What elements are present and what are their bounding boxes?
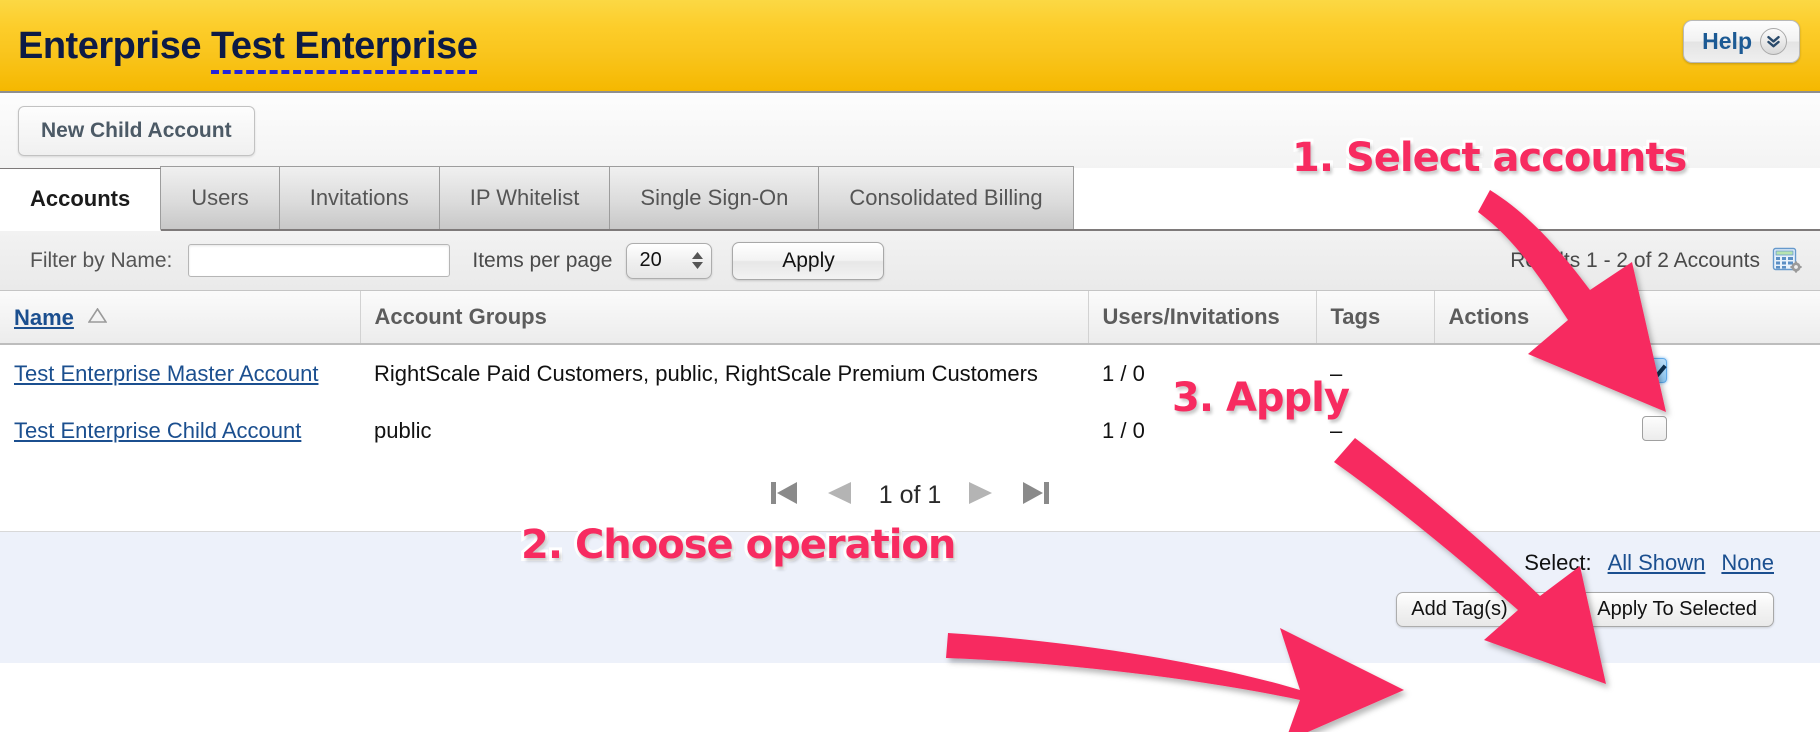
tab-bar: Accounts Users Invitations IP Whitelist … bbox=[0, 166, 1820, 231]
page-header: Enterprise Test Enterprise Help bbox=[0, 0, 1820, 93]
column-header-account-groups: Account Groups bbox=[360, 291, 1089, 345]
apply-filter-button[interactable]: Apply bbox=[732, 241, 885, 280]
bulk-operation-controls: Add Tag(s) Apply To Selected bbox=[0, 576, 1820, 627]
cell-name: Test Enterprise Master Account bbox=[0, 344, 360, 402]
bulk-action-footer: Select: All Shown None Add Tag(s) Apply … bbox=[0, 532, 1820, 663]
page-indicator: 1 of 1 bbox=[878, 481, 942, 509]
cell-users-invitations: 1 / 0 bbox=[1088, 402, 1316, 460]
column-header-actions: Actions bbox=[1434, 291, 1820, 345]
accounts-table-head: Name Account Groups Users/Invitations Ta… bbox=[0, 291, 1820, 345]
stepper-arrows-icon bbox=[1548, 601, 1560, 618]
items-per-page-value: 20 bbox=[639, 249, 662, 271]
tab-consolidated-billing[interactable]: Consolidated Billing bbox=[818, 166, 1074, 229]
filter-bar: Filter by Name: Items per page 20 Apply … bbox=[0, 231, 1820, 291]
cell-name: Test Enterprise Child Account bbox=[0, 402, 360, 460]
cell-tags: – bbox=[1316, 344, 1434, 402]
page-title: Enterprise Test Enterprise bbox=[18, 24, 478, 74]
cell-account-groups: RightScale Paid Customers, public, Right… bbox=[360, 344, 1088, 402]
help-button-label: Help bbox=[1702, 28, 1752, 54]
select-label: Select: bbox=[1524, 550, 1592, 575]
row-select-checkbox[interactable] bbox=[1642, 415, 1667, 441]
accounts-table-body: Test Enterprise Master Account RightScal… bbox=[0, 344, 1820, 460]
page-title-static: Enterprise bbox=[18, 24, 201, 67]
new-child-account-button[interactable]: New Child Account bbox=[18, 105, 255, 156]
bulk-operation-value: Add Tag(s) bbox=[1411, 598, 1508, 620]
column-header-users-invitations: Users/Invitations bbox=[1088, 291, 1317, 345]
selection-controls: Select: All Shown None bbox=[0, 532, 1820, 576]
stepper-arrows-icon bbox=[692, 252, 704, 269]
cell-users-invitations: 1 / 0 bbox=[1088, 344, 1316, 402]
row-select-checkbox[interactable] bbox=[1642, 358, 1667, 383]
table-row[interactable]: Test Enterprise Master Account RightScal… bbox=[0, 344, 1820, 402]
tab-accounts[interactable]: Accounts bbox=[0, 168, 162, 231]
help-button[interactable]: Help bbox=[1683, 20, 1800, 63]
cell-account-groups: public bbox=[360, 402, 1088, 460]
column-header-name-link[interactable]: Name bbox=[14, 305, 74, 330]
spreadsheet-settings-icon[interactable] bbox=[1772, 246, 1802, 276]
page-title-editable[interactable]: Test Enterprise bbox=[211, 24, 478, 74]
double-chevron-down-icon bbox=[1760, 28, 1787, 55]
last-page-icon[interactable] bbox=[1019, 476, 1053, 515]
first-page-icon[interactable] bbox=[767, 476, 801, 515]
items-per-page-label: Items per page bbox=[472, 248, 613, 272]
action-toolbar: New Child Account bbox=[0, 93, 1820, 168]
sort-ascending-icon bbox=[87, 303, 108, 329]
select-all-shown-link[interactable]: All Shown bbox=[1608, 550, 1706, 576]
pagination-bar: 1 of 1 bbox=[0, 460, 1820, 532]
next-page-icon[interactable] bbox=[963, 476, 997, 515]
cell-actions bbox=[1434, 344, 1820, 402]
filter-by-name-input[interactable] bbox=[188, 244, 451, 277]
results-count-label: Results 1 - 2 of 2 Accounts bbox=[1510, 248, 1760, 272]
previous-page-icon[interactable] bbox=[823, 476, 857, 515]
tab-ip-whitelist[interactable]: IP Whitelist bbox=[438, 166, 611, 229]
filter-by-name-label: Filter by Name: bbox=[30, 248, 173, 272]
accounts-table: Name Account Groups Users/Invitations Ta… bbox=[0, 291, 1820, 460]
accounts-page: Enterprise Test Enterprise Help New Chil… bbox=[0, 0, 1820, 732]
tab-single-sign-on[interactable]: Single Sign-On bbox=[609, 166, 820, 229]
tab-users[interactable]: Users bbox=[160, 166, 280, 229]
cell-tags: – bbox=[1316, 402, 1434, 460]
table-header-row: Name Account Groups Users/Invitations Ta… bbox=[0, 291, 1820, 345]
column-header-name[interactable]: Name bbox=[0, 291, 361, 345]
apply-to-selected-button[interactable]: Apply To Selected bbox=[1580, 592, 1774, 627]
tab-invitations[interactable]: Invitations bbox=[278, 166, 440, 229]
items-per-page-select[interactable]: 20 bbox=[626, 242, 713, 279]
account-name-link[interactable]: Test Enterprise Master Account bbox=[14, 361, 318, 386]
column-header-tags: Tags bbox=[1316, 291, 1435, 345]
select-none-link[interactable]: None bbox=[1721, 550, 1774, 576]
cell-actions bbox=[1434, 402, 1820, 460]
account-name-link[interactable]: Test Enterprise Child Account bbox=[14, 418, 301, 443]
bulk-operation-select[interactable]: Add Tag(s) bbox=[1396, 592, 1569, 627]
table-row[interactable]: Test Enterprise Child Account public 1 /… bbox=[0, 402, 1820, 460]
